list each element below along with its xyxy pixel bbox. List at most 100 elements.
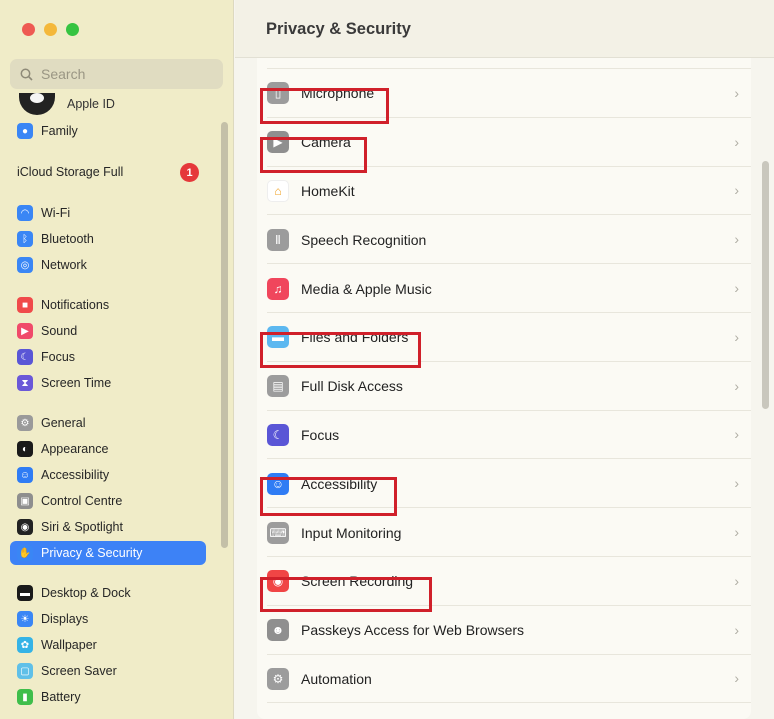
screensaver-icon: ▢ <box>17 663 33 679</box>
gears-icon: ⚙ <box>267 667 289 690</box>
chevron-right-icon: › <box>734 475 739 492</box>
list-row-screen-recording[interactable]: ◉ Screen Recording › <box>257 557 751 606</box>
apple-id-label: Apple ID <box>67 97 115 111</box>
list-row-passkeys-access-for-web-browsers[interactable]: ☻ Passkeys Access for Web Browsers › <box>257 606 751 655</box>
sidebar-item-label: Bluetooth <box>41 232 94 246</box>
music-icon: ♫ <box>267 277 289 300</box>
row-label: Camera <box>301 134 351 151</box>
sidebar-item-label: Network <box>41 258 87 272</box>
chevron-right-icon: › <box>734 621 739 638</box>
list-row-camera[interactable]: ▶ Camera › <box>257 118 751 167</box>
notification-badge: 1 <box>180 163 199 182</box>
sidebar-item-label: Desktop & Dock <box>41 586 131 600</box>
person-key-icon: ☻ <box>267 619 289 642</box>
chevron-right-icon: › <box>734 133 739 150</box>
sun-icon: ☀ <box>17 611 33 627</box>
sidebar-item-screen-saver[interactable]: ▢ Screen Saver <box>10 659 206 683</box>
search-icon <box>20 68 33 81</box>
sidebar-item-family[interactable]: ● Family <box>10 119 206 143</box>
sidebar-scrollbar[interactable] <box>221 122 228 548</box>
sidebar-item-label: Screen Saver <box>41 664 117 678</box>
waveform-icon: Ⅱ <box>267 228 289 251</box>
family-icon: ● <box>17 123 33 139</box>
home-icon: ⌂ <box>267 179 289 202</box>
sidebar-item-privacy-security[interactable]: ✋ Privacy & Security <box>10 541 206 565</box>
zoom-button[interactable] <box>66 23 79 36</box>
row-label: Accessibility <box>301 475 378 492</box>
sidebar: Search Apple ID ● Family iCloud Storage … <box>0 0 234 719</box>
chevron-right-icon: › <box>734 572 739 589</box>
sidebar-item-notifications[interactable]: ■ Notifications <box>10 293 206 317</box>
main-scrollbar[interactable] <box>762 161 769 409</box>
list-row-files-and-folders[interactable]: ▬ Files and Folders › <box>257 313 751 362</box>
sidebar-item-screen-time[interactable]: ⧗ Screen Time <box>10 371 206 395</box>
chevron-right-icon: › <box>734 377 739 394</box>
siri-icon: ◉ <box>17 519 33 535</box>
sidebar-item-label: Wi-Fi <box>41 206 71 220</box>
title-bar: Privacy & Security <box>235 0 774 58</box>
sidebar-item-label: Sound <box>41 324 78 338</box>
chevron-right-icon: › <box>734 84 739 101</box>
sidebar-item-label: Privacy & Security <box>41 546 143 560</box>
hourglass-icon: ⧗ <box>17 375 33 391</box>
search-placeholder: Search <box>41 66 86 82</box>
row-label: Focus <box>301 426 340 443</box>
row-label: Input Monitoring <box>301 524 402 541</box>
search-input[interactable]: Search <box>10 59 223 89</box>
sidebar-item-label: Control Centre <box>41 494 123 508</box>
sidebar-item-label: Screen Time <box>41 376 112 390</box>
sidebar-item-network[interactable]: ◎ Network <box>10 253 206 277</box>
settings-window: Search Apple ID ● Family iCloud Storage … <box>0 0 774 719</box>
sidebar-item-bluetooth[interactable]: ᛒ Bluetooth <box>10 227 206 251</box>
sidebar-item-focus[interactable]: ☾ Focus <box>10 345 206 369</box>
sidebar-item-appearance[interactable]: ◐ Appearance <box>10 437 206 461</box>
sidebar-item-wi-fi[interactable]: ◠ Wi-Fi <box>10 201 206 225</box>
globe-icon: ◎ <box>17 257 33 273</box>
row-label: Passkeys Access for Web Browsers <box>301 622 525 639</box>
list-row-full-disk-access[interactable]: ▤ Full Disk Access › <box>257 362 751 411</box>
battery-icon: ▮ <box>17 689 33 705</box>
sidebar-item-label: Notifications <box>41 298 110 312</box>
sidebar-item-label: Siri & Spotlight <box>41 520 123 534</box>
list-row-microphone[interactable]: ▯ Microphone › <box>257 69 751 118</box>
sidebar-item-battery[interactable]: ▮ Battery <box>10 685 206 709</box>
chevron-right-icon: › <box>734 328 739 345</box>
sidebar-item-icloud-storage[interactable]: iCloud Storage Full 1 <box>10 160 206 184</box>
moon-icon: ☾ <box>17 349 33 365</box>
sidebar-item-desktop-dock[interactable]: ▬ Desktop & Dock <box>10 581 206 605</box>
sidebar-item-general[interactable]: ⚙ General <box>10 411 206 435</box>
apple-id-item[interactable]: Apple ID <box>19 93 115 115</box>
bluetooth-icon: ᛒ <box>17 231 33 247</box>
minimize-button[interactable] <box>44 23 57 36</box>
microphone-icon: ▯ <box>267 82 289 105</box>
bell-icon: ■ <box>17 297 33 313</box>
sidebar-item-siri-spotlight[interactable]: ◉ Siri & Spotlight <box>10 515 206 539</box>
wifi-icon: ◠ <box>17 205 33 221</box>
list-row-input-monitoring[interactable]: ⌨ Input Monitoring › <box>257 508 751 557</box>
list-row-accessibility[interactable]: ☺ Accessibility › <box>257 459 751 509</box>
folder-icon: ▬ <box>267 326 289 349</box>
dock-icon: ▬ <box>17 585 33 601</box>
sidebar-item-label: Appearance <box>41 442 109 456</box>
privacy-list: ᛒBluetooth›▯Microphone›▶Camera›⌂HomeKit›… <box>257 34 751 719</box>
list-row-focus[interactable]: ☾ Focus › <box>257 410 751 460</box>
list-row-automation[interactable]: ⚙ Automation › <box>257 654 751 704</box>
list-row-homekit[interactable]: ⌂ HomeKit › <box>257 166 751 216</box>
sidebar-item-control-centre[interactable]: ▣ Control Centre <box>10 489 206 513</box>
accessibility-icon: ☺ <box>267 472 289 495</box>
main-pane: Privacy & Security ᛒBluetooth›▯Microphon… <box>235 0 774 719</box>
sidebar-item-wallpaper[interactable]: ✿ Wallpaper <box>10 633 206 657</box>
row-label: Files and Folders <box>301 329 409 346</box>
row-label: Speech Recognition <box>301 231 427 248</box>
close-button[interactable] <box>22 23 35 36</box>
sidebar-item-accessibility[interactable]: ☺ Accessibility <box>10 463 206 487</box>
chevron-right-icon: › <box>734 670 739 687</box>
list-row-media-apple-music[interactable]: ♫ Media & Apple Music › <box>257 264 751 313</box>
chevron-right-icon: › <box>734 280 739 296</box>
control-centre-icon: ▣ <box>17 493 33 509</box>
accessibility-icon: ☺ <box>17 467 33 483</box>
list-row-speech-recognition[interactable]: Ⅱ Speech Recognition › <box>257 215 751 265</box>
sidebar-item-displays[interactable]: ☀ Displays <box>10 607 206 631</box>
row-label: Microphone <box>301 85 375 102</box>
sidebar-item-sound[interactable]: ▶ Sound <box>10 319 206 343</box>
